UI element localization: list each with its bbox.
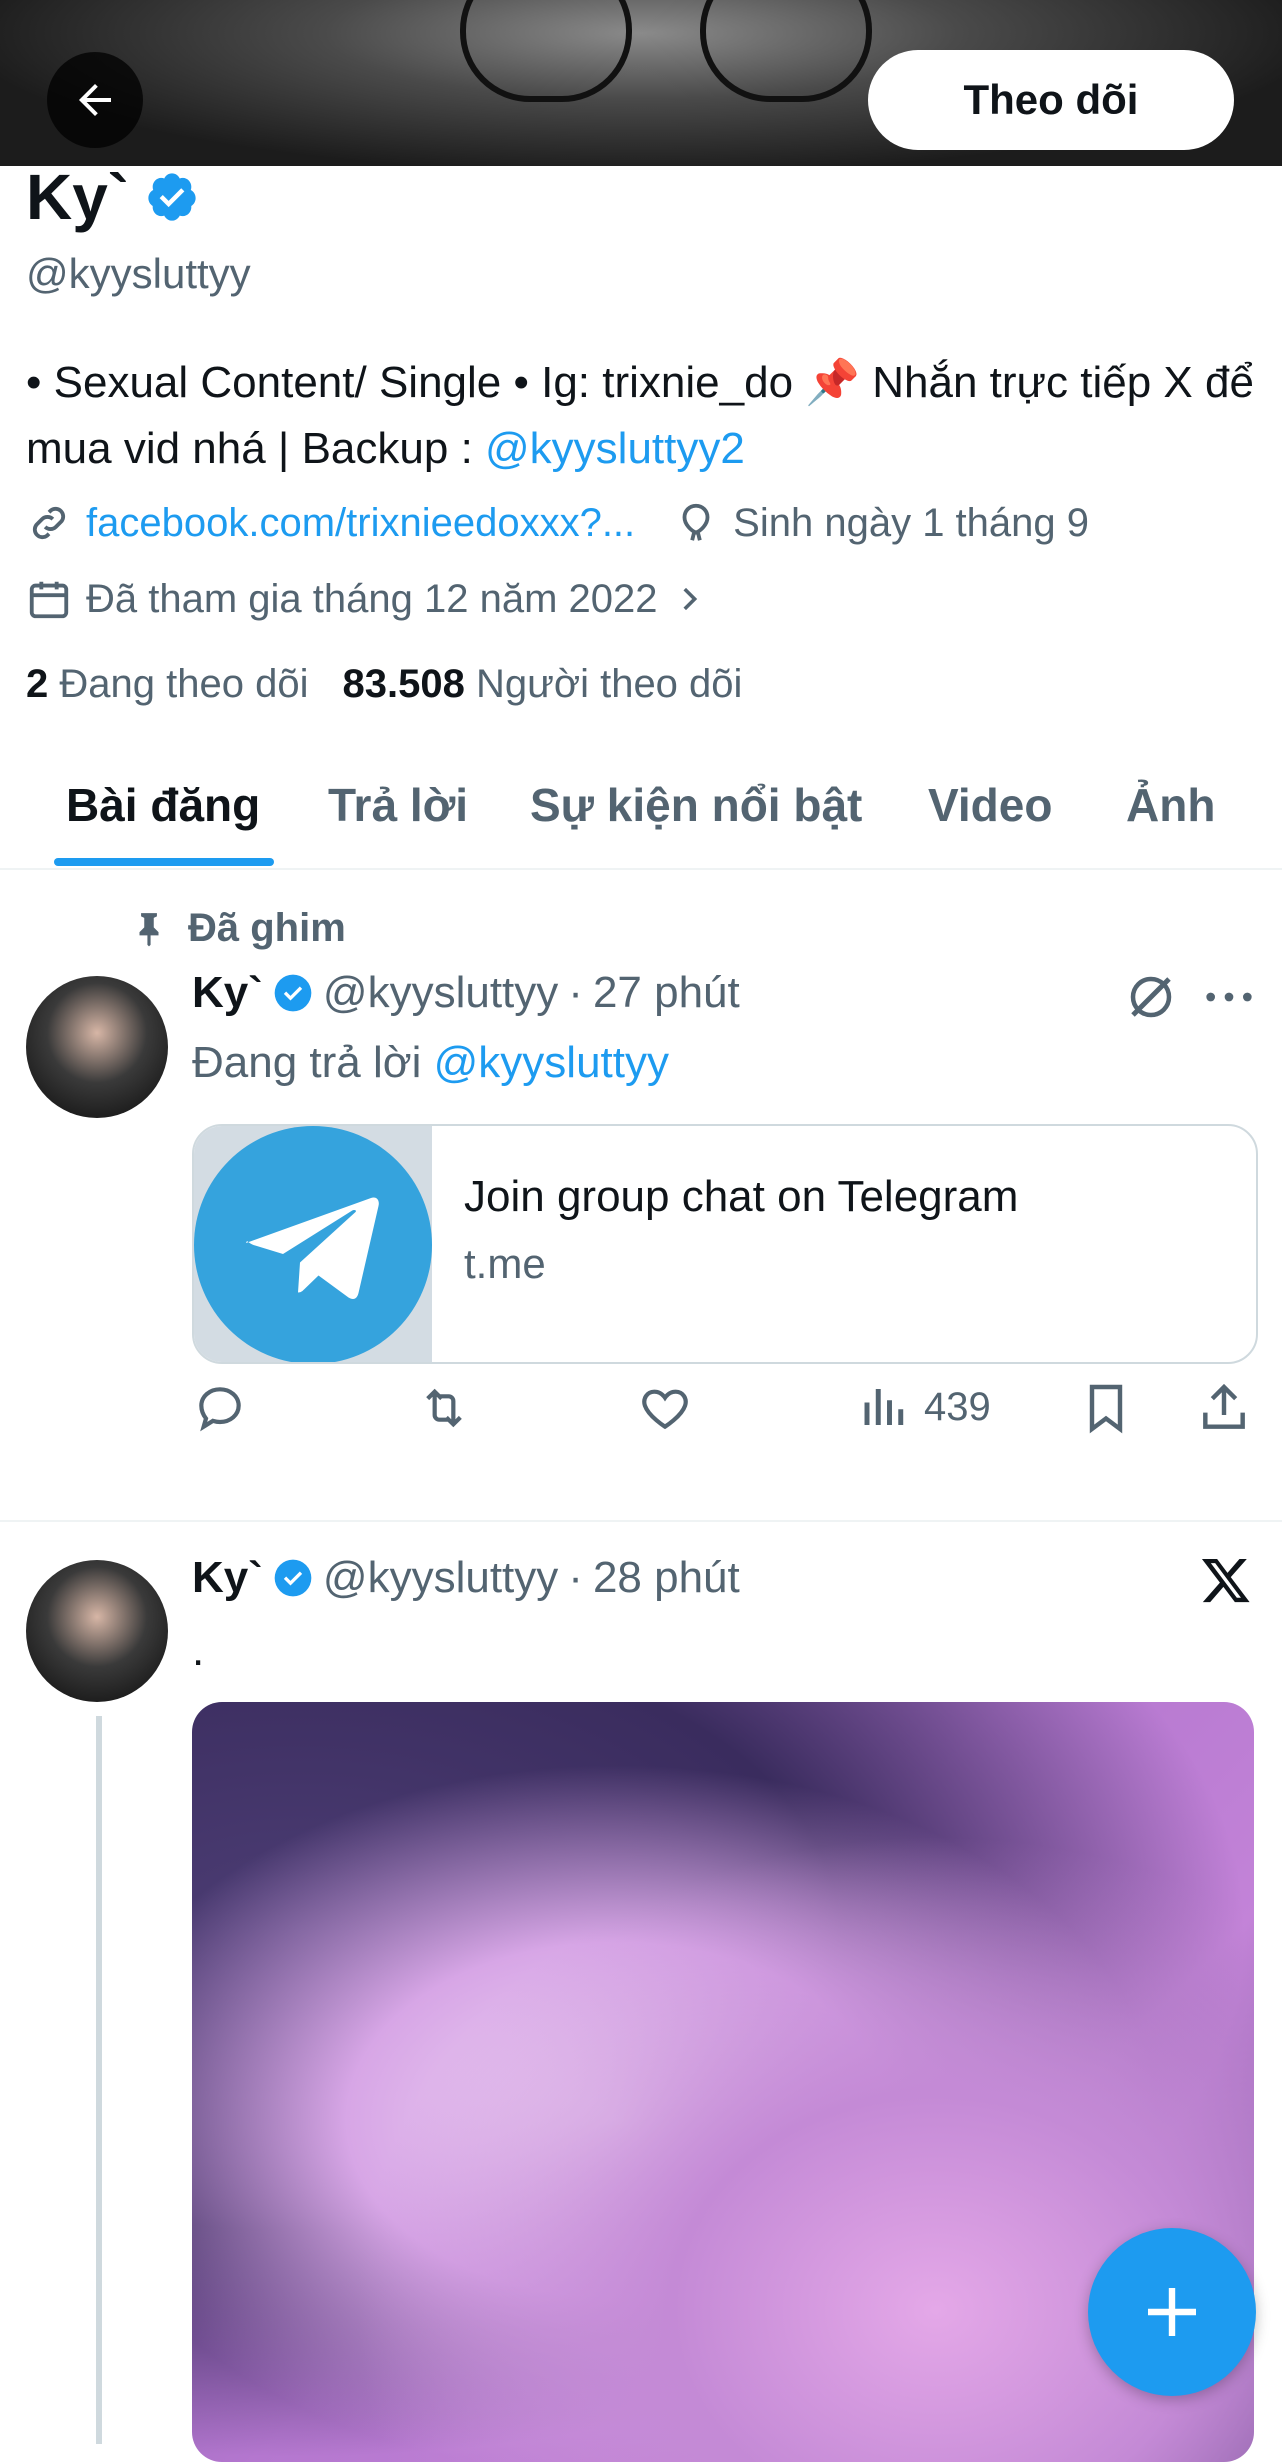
verified-badge-icon — [274, 974, 312, 1012]
bookmark-icon — [1089, 1384, 1123, 1434]
profile-name: Ky` — [26, 161, 130, 233]
followers-stat[interactable]: 83.508 Người theo dõi — [342, 662, 742, 707]
back-button[interactable] — [47, 52, 143, 148]
website-link[interactable]: facebook.com/trixnieedoxxx?... — [86, 501, 635, 546]
following-stat[interactable]: 2 Đang theo dõi — [26, 662, 308, 707]
card-title: Join group chat on Telegram — [464, 1172, 1019, 1221]
analytics-icon — [864, 1389, 904, 1425]
link-icon — [32, 506, 66, 540]
tab-posts[interactable]: Bài đăng — [66, 778, 260, 832]
post-divider — [0, 1520, 1282, 1522]
post-separator: · — [568, 1553, 583, 1602]
share-button[interactable] — [1196, 1380, 1252, 1436]
post-author-handle[interactable]: @kyysluttyy — [323, 968, 558, 1018]
bio-backup-link[interactable]: @kyysluttyy2 — [485, 424, 745, 473]
pin-icon — [139, 912, 159, 946]
following-count: 2 — [26, 662, 49, 706]
tab-photos[interactable]: Ảnh — [1126, 778, 1215, 832]
followers-count: 83.508 — [342, 662, 465, 706]
post-header: Ky` @kyysluttyy · 27 phút — [192, 968, 740, 1018]
post-time[interactable]: 27 phút — [593, 968, 740, 1018]
replying-to: Đang trả lời @kyysluttyy — [192, 1038, 669, 1088]
profile-tabs: Bài đăng Trả lời Sự kiện nổi bật Video Ả… — [0, 748, 1282, 870]
profile-meta-row: facebook.com/trixnieedoxxx?... Sinh ngày… — [26, 500, 1089, 546]
thread-line — [96, 1716, 102, 2444]
x-logo-icon[interactable] — [1200, 1554, 1252, 1606]
pinned-label-row: Đã ghim — [130, 906, 346, 951]
share-icon — [1203, 1383, 1245, 1429]
post-author-name[interactable]: Ky` — [192, 968, 263, 1018]
card-domain: t.me — [464, 1240, 546, 1287]
verified-badge-icon — [274, 1559, 312, 1597]
tab-highlights[interactable]: Sự kiện nổi bật — [530, 778, 862, 832]
profile-handle: @kyysluttyy — [26, 250, 251, 297]
tab-replies[interactable]: Trả lời — [328, 778, 468, 832]
post-header: Ky` @kyysluttyy · 28 phút — [192, 1553, 740, 1603]
pinned-label: Đã ghim — [188, 906, 346, 950]
link-card[interactable]: Join group chat on Telegram t.me — [192, 1124, 1258, 1364]
compose-button[interactable] — [1088, 2228, 1256, 2396]
following-label: Đang theo dõi — [59, 662, 309, 706]
post-time[interactable]: 28 phút — [593, 1553, 740, 1603]
birthday-text: Sinh ngày 1 tháng 9 — [733, 500, 1090, 545]
post-separator: · — [568, 968, 583, 1017]
balloon-icon — [682, 503, 710, 541]
telegram-icon — [246, 1197, 379, 1299]
post-actions: 439 — [192, 1380, 1262, 1460]
post-text: . — [192, 1626, 205, 1675]
repost-button[interactable] — [414, 1380, 474, 1436]
views-button[interactable]: 439 — [858, 1380, 991, 1434]
follow-counts: 2 Đang theo dõi 83.508 Người theo dõi — [26, 662, 742, 707]
reply-icon — [199, 1387, 241, 1432]
calendar-icon — [29, 581, 69, 619]
heart-icon — [642, 1389, 688, 1430]
post-author-handle[interactable]: @kyysluttyy — [323, 1553, 558, 1603]
card-thumbnail — [194, 1126, 432, 1362]
post-photo[interactable] — [192, 1702, 1254, 2462]
reply-button[interactable] — [192, 1380, 248, 1436]
plus-icon — [1148, 2288, 1196, 2336]
replying-to-handle[interactable]: @kyysluttyy — [434, 1038, 669, 1087]
avatar[interactable] — [26, 1560, 168, 1702]
chevron-right-icon — [683, 587, 697, 611]
like-button[interactable] — [636, 1380, 694, 1436]
avatar[interactable] — [26, 976, 168, 1118]
grok-icon[interactable] — [1124, 970, 1178, 1024]
verified-badge-icon — [148, 173, 196, 221]
joined-text: Đã tham gia tháng 12 năm 2022 — [86, 576, 658, 621]
active-tab-indicator — [54, 858, 274, 866]
views-count: 439 — [924, 1384, 991, 1429]
followers-label: Người theo dõi — [475, 662, 743, 706]
more-options-icon[interactable] — [1204, 982, 1254, 1012]
joined-row[interactable]: Đã tham gia tháng 12 năm 2022 — [26, 576, 706, 622]
replying-to-prefix: Đang trả lời — [192, 1038, 434, 1087]
post-author-name[interactable]: Ky` — [192, 1553, 263, 1603]
tab-videos[interactable]: Video — [928, 778, 1052, 832]
arrow-left-icon — [79, 84, 111, 116]
follow-button[interactable]: Theo dõi — [868, 50, 1234, 150]
profile-name-row: Ky` — [26, 160, 199, 234]
repost-icon — [426, 1388, 462, 1428]
card-text: Join group chat on Telegram t.me — [432, 1126, 1050, 1362]
bookmark-button[interactable] — [1078, 1380, 1134, 1436]
profile-bio: • Sexual Content/ Single • Ig: trixnie_d… — [26, 350, 1256, 482]
